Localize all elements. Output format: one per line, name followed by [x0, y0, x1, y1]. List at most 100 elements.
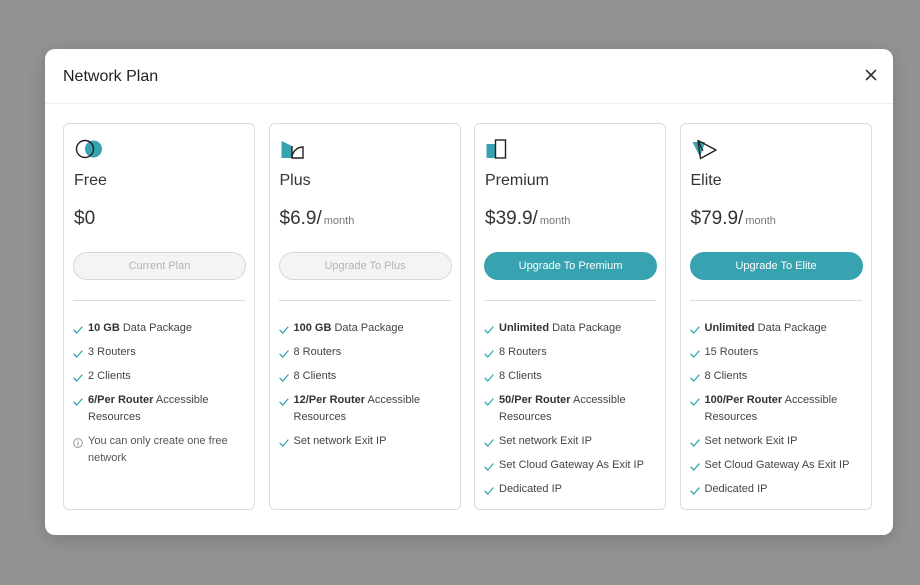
- feature-label: 15 Routers: [704, 346, 759, 358]
- feature-item: 10 GB Data Package: [73, 320, 249, 337]
- two-circles-icon: [74, 139, 104, 161]
- plan-card-plus: Plus $6.9/month Upgrade To Plus 100 GB D…: [268, 123, 461, 510]
- feature-item: 3 Routers: [73, 344, 249, 361]
- price-row: $79.9/month: [691, 208, 776, 230]
- plan-name: Premium: [485, 172, 550, 189]
- feature-highlight: Unlimited: [704, 322, 755, 334]
- feature-list: Unlimited Data Package 15 Routers 8 Client…: [689, 320, 866, 505]
- feature-item: 8 Clients: [278, 368, 455, 385]
- feature-highlight: 100/Per Router: [704, 394, 783, 406]
- check-icon: [73, 324, 83, 334]
- feature-label: 8 Routers: [499, 346, 547, 358]
- plan-price: $39.9/: [485, 208, 538, 229]
- feature-text: 8 Clients: [294, 368, 337, 385]
- plan-cards: Free $0 Current Plan 10 GB Data Package 3…: [63, 123, 872, 510]
- feature-label: 3 Routers: [88, 346, 136, 358]
- modal-header: Network Plan: [45, 49, 893, 104]
- feature-label: Set network Exit IP: [704, 435, 798, 447]
- price-row: $6.9/month: [280, 208, 355, 230]
- check-icon: [689, 437, 700, 447]
- price-row: $0: [74, 208, 95, 230]
- check-icon: [278, 437, 289, 447]
- plan-name: Plus: [279, 172, 311, 189]
- check-icon: [278, 348, 289, 358]
- plan-name: Free: [74, 172, 107, 189]
- feature-text: 6/Per Router Accessible Resources: [88, 392, 249, 426]
- feature-text: Dedicated IP: [705, 481, 768, 498]
- feature-item: Unlimited Data Package: [689, 320, 866, 337]
- feature-item: Set Cloud Gateway As Exit IP: [484, 457, 660, 474]
- feature-text: You can only create one free network: [88, 433, 249, 467]
- feature-label: 8 Clients: [704, 370, 748, 382]
- divider: [689, 300, 862, 301]
- feature-text: 100/Per Router Accessible Resources: [705, 392, 866, 426]
- upgrade-plus-button[interactable]: Upgrade To Plus: [278, 252, 452, 280]
- feature-label: Set network Exit IP: [499, 435, 592, 447]
- feature-item: 50/Per Router Accessible Resources: [484, 392, 660, 426]
- feature-label: 8 Clients: [499, 370, 542, 382]
- check-icon: [484, 485, 494, 495]
- feature-text: Unlimited Data Package: [705, 320, 827, 337]
- check-icon: [73, 348, 83, 358]
- feature-label: Set Cloud Gateway As Exit IP: [704, 459, 850, 471]
- feature-highlight: 100 GB: [293, 322, 332, 334]
- feature-text: 10 GB Data Package: [88, 320, 192, 337]
- check-icon: [278, 396, 289, 406]
- info-icon: [73, 437, 83, 448]
- divider: [484, 300, 656, 301]
- paper-plane-icon: [691, 139, 721, 161]
- feature-label: Data Package: [331, 322, 404, 334]
- feature-item: 8 Clients: [484, 368, 660, 385]
- feature-highlight: 10 GB: [88, 322, 120, 334]
- feature-item: 2 Clients: [73, 368, 249, 385]
- feature-item: 100/Per Router Accessible Resources: [689, 392, 866, 426]
- check-icon: [484, 461, 494, 471]
- feature-item: Unlimited Data Package: [484, 320, 660, 337]
- feature-text: 12/Per Router Accessible Resources: [294, 392, 455, 426]
- feature-label: Data Package: [754, 322, 827, 334]
- upgrade-premium-button[interactable]: Upgrade To Premium: [484, 252, 657, 280]
- feature-list: 100 GB Data Package 8 Routers 8 Clients 12/…: [278, 320, 455, 457]
- check-icon: [689, 348, 700, 358]
- feature-text: 8 Clients: [705, 368, 748, 385]
- feature-item: Set network Exit IP: [278, 433, 455, 450]
- feature-highlight: 50/Per Router: [499, 394, 571, 406]
- feature-text: 8 Routers: [499, 344, 547, 361]
- feature-item: 6/Per Router Accessible Resources: [73, 392, 249, 426]
- check-icon: [484, 348, 494, 358]
- check-icon: [484, 324, 494, 334]
- feature-label: Dedicated IP: [499, 483, 562, 495]
- plan-price: $0: [74, 208, 96, 229]
- feature-text: 8 Clients: [499, 368, 542, 385]
- feature-label: 2 Clients: [88, 370, 131, 382]
- check-icon: [484, 372, 494, 382]
- feature-text: 15 Routers: [705, 344, 759, 361]
- close-icon[interactable]: [863, 67, 879, 83]
- price-row: $39.9/month: [485, 208, 570, 230]
- feature-text: Set network Exit IP: [294, 433, 387, 450]
- check-icon: [484, 437, 494, 447]
- feature-highlight: Unlimited: [499, 322, 550, 334]
- feature-item: 8 Routers: [278, 344, 455, 361]
- plan-price: $79.9/: [690, 208, 744, 229]
- feature-highlight: 12/Per Router: [293, 394, 366, 406]
- quarter-circle-icon: [280, 139, 310, 161]
- feature-label: Set network Exit IP: [293, 435, 387, 447]
- network-plan-modal: Network Plan Free $0 Current Plan 10 GB …: [45, 49, 893, 535]
- feature-item: Set network Exit IP: [484, 433, 660, 450]
- upgrade-elite-button[interactable]: Upgrade To Elite: [689, 252, 863, 280]
- plan-card-free: Free $0 Current Plan 10 GB Data Package 3…: [63, 123, 255, 510]
- check-icon: [689, 485, 700, 495]
- feature-text: Set Cloud Gateway As Exit IP: [499, 457, 644, 474]
- plan-card-elite: Elite $79.9/month Upgrade To Elite Unlim…: [679, 123, 872, 510]
- plan-price: $6.9/: [279, 208, 322, 229]
- current-plan-button[interactable]: Current Plan: [73, 252, 246, 280]
- feature-label: You can only create one free network: [88, 435, 228, 464]
- feature-text: 2 Clients: [88, 368, 131, 385]
- modal-title: Network Plan: [63, 68, 159, 85]
- check-icon: [278, 324, 289, 334]
- check-icon: [689, 372, 700, 382]
- feature-list: 10 GB Data Package 3 Routers 2 Clients 6/Pe…: [73, 320, 249, 474]
- feature-text: Set network Exit IP: [499, 433, 592, 450]
- feature-item: 15 Routers: [689, 344, 866, 361]
